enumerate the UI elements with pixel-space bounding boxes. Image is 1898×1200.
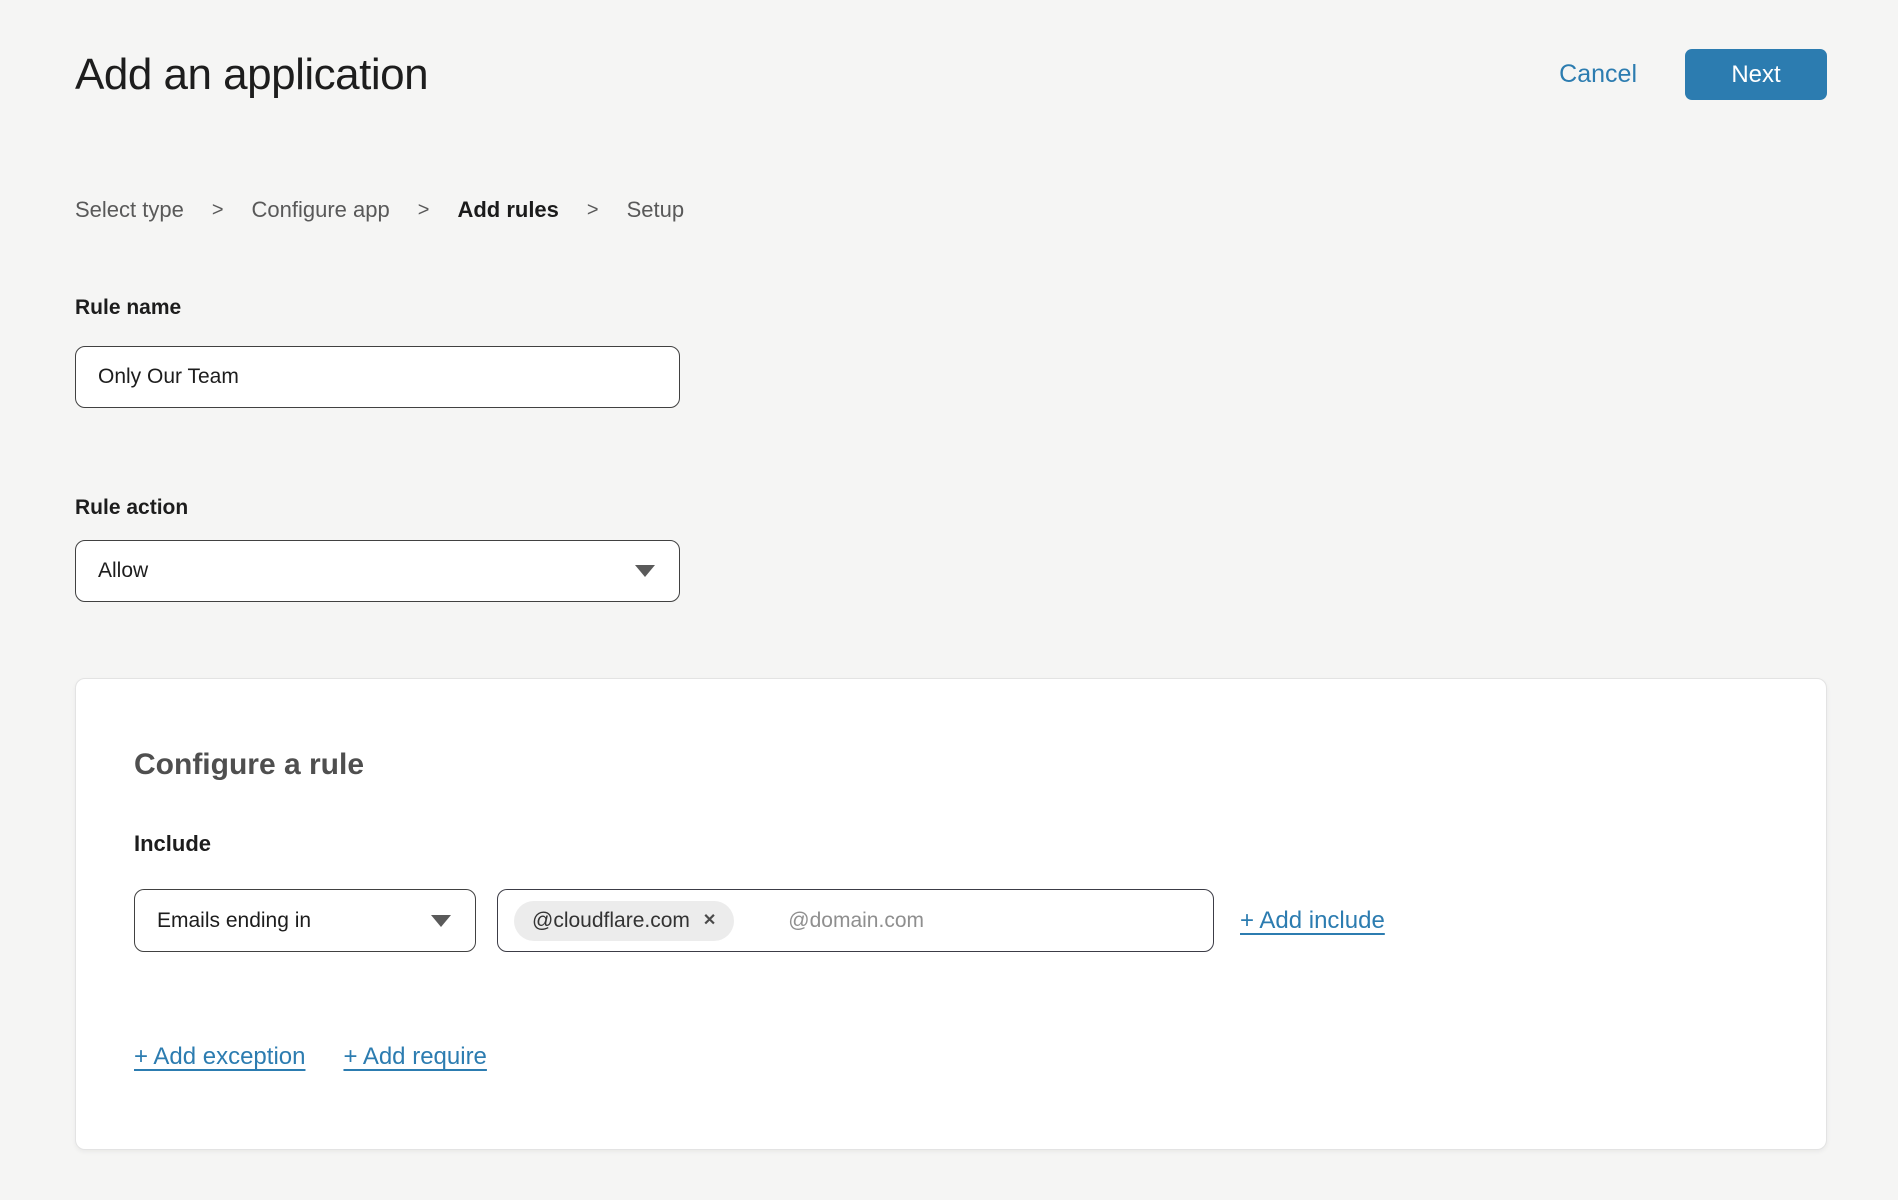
page-title: Add an application xyxy=(75,48,428,101)
breadcrumb-step-configure-app[interactable]: Configure app xyxy=(252,197,390,223)
breadcrumb-separator: > xyxy=(212,197,224,223)
tag-chip: @cloudflare.com ✕ xyxy=(514,901,734,941)
include-label: Include xyxy=(134,831,1768,857)
rule-action-field: Rule action Allow xyxy=(75,495,1827,602)
rule-name-field: Rule name xyxy=(75,295,1827,408)
tag-label: @cloudflare.com xyxy=(532,909,690,933)
breadcrumb-step-setup[interactable]: Setup xyxy=(627,197,685,223)
add-include-link[interactable]: + Add include xyxy=(1240,906,1385,935)
breadcrumb-separator: > xyxy=(587,197,599,223)
configure-rule-card: Configure a rule Include Emails ending i… xyxy=(75,678,1827,1150)
rule-action-label: Rule action xyxy=(75,495,1827,520)
include-selector-select[interactable]: Emails ending in xyxy=(134,889,476,952)
rule-name-input[interactable] xyxy=(75,346,680,408)
next-button[interactable]: Next xyxy=(1685,49,1827,100)
chevron-down-icon xyxy=(635,565,655,577)
rule-action-select[interactable]: Allow xyxy=(75,540,680,602)
rule-action-selected-value: Allow xyxy=(98,559,148,583)
header-actions: Cancel Next xyxy=(1559,49,1827,100)
breadcrumb-step-add-rules[interactable]: Add rules xyxy=(457,197,558,223)
configure-rule-title: Configure a rule xyxy=(134,747,1768,783)
include-row: Emails ending in @cloudflare.com ✕ + Add… xyxy=(134,889,1768,952)
add-exception-link[interactable]: + Add exception xyxy=(134,1042,305,1071)
breadcrumb-separator: > xyxy=(418,197,430,223)
breadcrumb: Select type > Configure app > Add rules … xyxy=(75,197,1827,223)
breadcrumb-step-select-type[interactable]: Select type xyxy=(75,197,184,223)
remove-tag-icon[interactable]: ✕ xyxy=(703,913,716,929)
chevron-down-icon xyxy=(431,915,451,927)
include-selector-selected-value: Emails ending in xyxy=(157,909,311,933)
include-values-input[interactable]: @cloudflare.com ✕ xyxy=(497,889,1214,952)
rule-name-label: Rule name xyxy=(75,295,1827,320)
add-application-page: Add an application Cancel Next Select ty… xyxy=(0,0,1898,1150)
rule-links-row: + Add exception + Add require xyxy=(134,1042,1768,1071)
page-header: Add an application Cancel Next xyxy=(75,48,1827,101)
add-require-link[interactable]: + Add require xyxy=(343,1042,486,1071)
cancel-button[interactable]: Cancel xyxy=(1559,60,1637,89)
domain-input[interactable] xyxy=(786,908,1203,934)
